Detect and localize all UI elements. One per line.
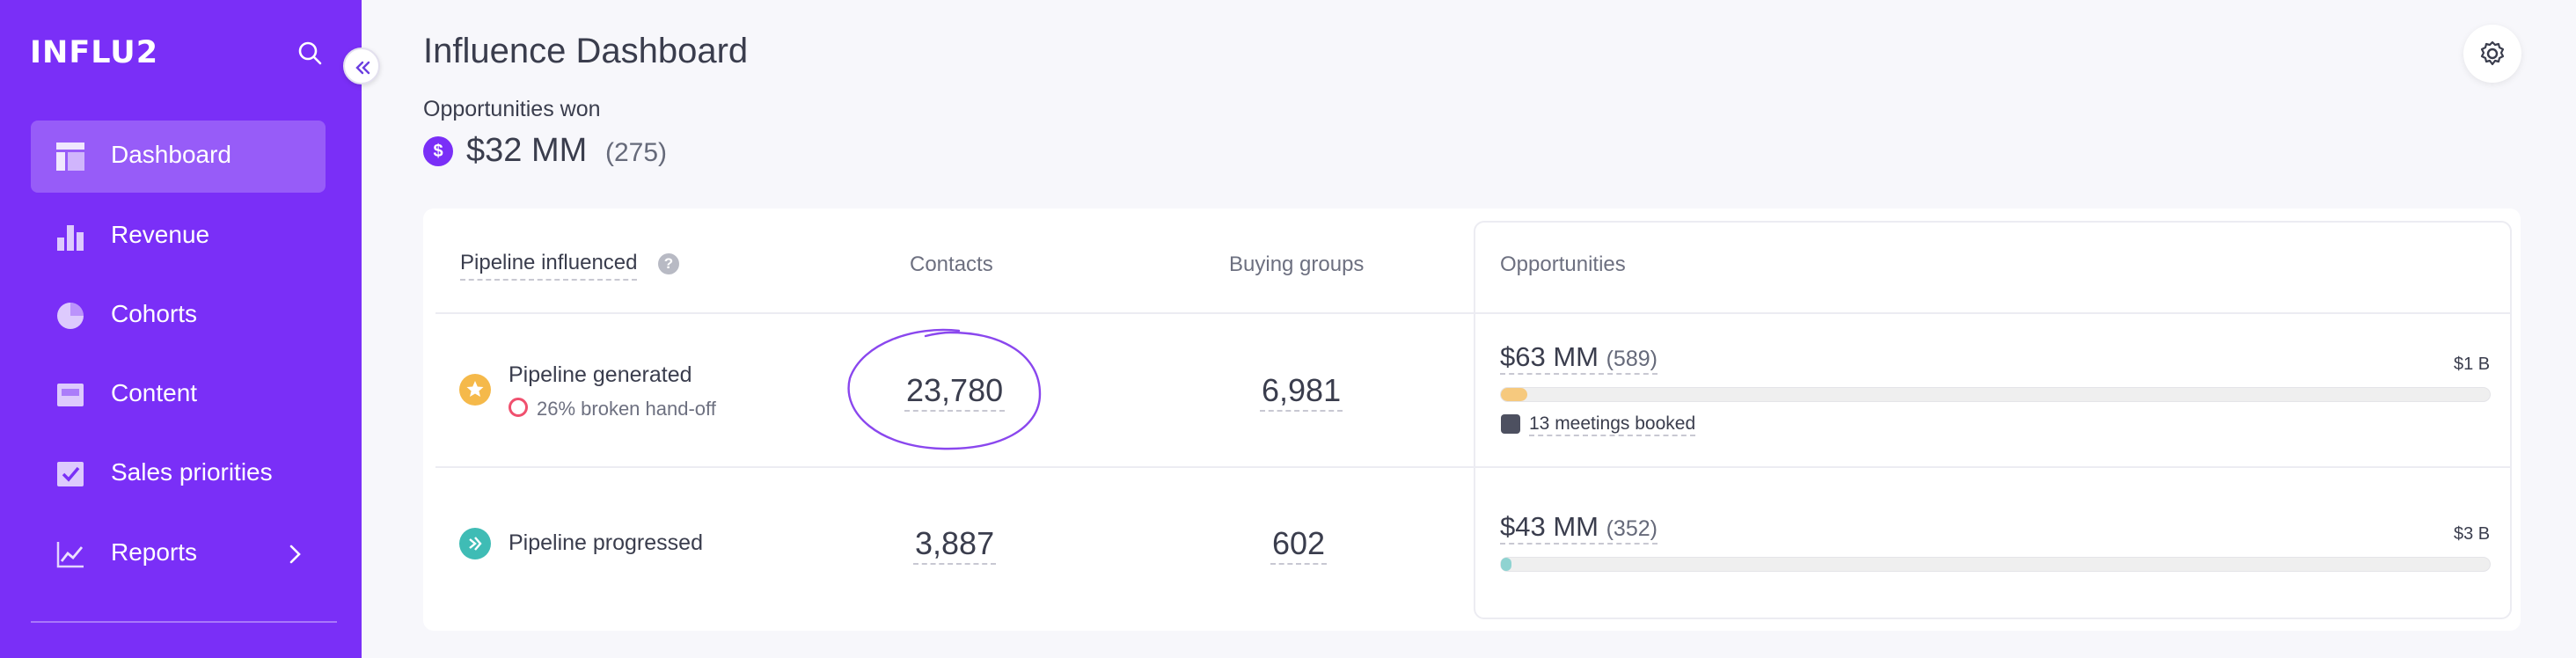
settings-button[interactable] xyxy=(2463,25,2521,83)
pie-chart-icon xyxy=(57,303,84,329)
broken-handoff-text[interactable]: 26% broken hand-off xyxy=(537,398,716,420)
opportunities-max: $3 B xyxy=(2454,524,2491,544)
help-icon[interactable]: ? xyxy=(658,253,679,274)
content-icon xyxy=(57,384,84,406)
row-title: Pipeline generated xyxy=(509,362,692,387)
dollar-icon: $ xyxy=(423,136,453,166)
column-header-buying-groups: Buying groups xyxy=(1229,252,1365,276)
contacts-value[interactable]: 3,887 xyxy=(913,524,997,565)
gear-icon xyxy=(2480,40,2505,66)
sidebar-item-label: Reports xyxy=(111,538,198,566)
bar-chart-icon xyxy=(57,225,84,251)
star-icon xyxy=(459,374,491,406)
sidebar-item-label: Sales priorities xyxy=(111,458,273,486)
collapse-sidebar-button[interactable] xyxy=(343,48,380,84)
line-chart-icon xyxy=(56,542,84,568)
meetings-booked-link[interactable]: 13 meetings booked xyxy=(1529,413,1696,436)
opportunities-max: $1 B xyxy=(2454,355,2491,374)
app-logo: INFLU2 xyxy=(30,35,159,70)
sidebar-item-label: Revenue xyxy=(111,221,210,248)
column-header-opportunities: Opportunities xyxy=(1500,252,1626,276)
sidebar-item-reports[interactable]: Reports xyxy=(31,518,326,590)
progress-bar xyxy=(1500,387,2491,402)
progress-bar xyxy=(1500,557,2491,572)
opportunities-won-label: Opportunities won xyxy=(423,97,601,121)
column-header-contacts: Contacts xyxy=(910,252,993,276)
sidebar-item-label: Cohorts xyxy=(111,300,198,327)
sidebar: INFLU2 Dashboard Revenue Cohorts Content… xyxy=(0,0,362,658)
sidebar-item-label: Content xyxy=(111,379,198,406)
dashboard-icon xyxy=(56,143,84,171)
opportunities-amount: $43 MM xyxy=(1500,511,1599,542)
broken-handoff-icon xyxy=(509,398,528,417)
sidebar-item-revenue[interactable]: Revenue xyxy=(31,201,326,273)
opportunities-value[interactable]: $63 MM (589) xyxy=(1500,341,1658,375)
buying-groups-value[interactable]: 602 xyxy=(1270,524,1328,565)
calendar-icon xyxy=(1501,414,1520,434)
sidebar-item-cohorts[interactable]: Cohorts xyxy=(31,280,326,352)
sidebar-item-content[interactable]: Content xyxy=(31,359,326,431)
hand-drawn-circle-annotation xyxy=(847,328,1042,450)
sidebar-item-sales-priorities[interactable]: Sales priorities xyxy=(31,438,326,510)
sidebar-item-label: Dashboard xyxy=(111,141,231,168)
search-button[interactable] xyxy=(294,37,326,69)
opportunities-won-value: $32 MM xyxy=(466,132,588,169)
page-title: Influence Dashboard xyxy=(423,32,749,70)
divider xyxy=(435,312,2512,314)
opportunities-value[interactable]: $43 MM (352) xyxy=(1500,511,1658,545)
opportunities-won-count: (275) xyxy=(605,138,668,167)
divider xyxy=(435,466,2512,468)
search-icon xyxy=(298,41,322,65)
opportunities-amount: $63 MM xyxy=(1500,341,1599,372)
sidebar-divider xyxy=(31,621,337,623)
opportunities-count: (589) xyxy=(1606,347,1658,371)
column-header-pipeline[interactable]: Pipeline influenced xyxy=(460,251,638,281)
progress-bar-fill xyxy=(1501,388,1528,401)
sidebar-item-dashboard[interactable]: Dashboard xyxy=(31,121,326,193)
buying-groups-value[interactable]: 6,981 xyxy=(1260,371,1343,412)
progress-bar-fill xyxy=(1501,558,1512,571)
progress-icon xyxy=(459,528,491,559)
opportunities-count: (352) xyxy=(1606,516,1658,541)
checkbox-icon xyxy=(57,462,84,486)
row-title: Pipeline progressed xyxy=(509,530,703,555)
chevron-right-icon xyxy=(289,545,301,564)
double-chevron-left-icon xyxy=(355,61,370,75)
